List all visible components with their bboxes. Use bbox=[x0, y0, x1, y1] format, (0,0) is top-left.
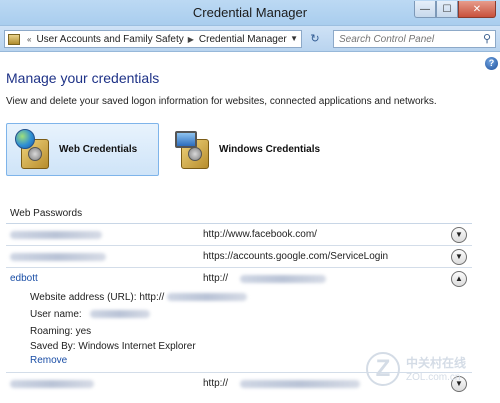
credential-row[interactable]: http://www.facebook.com/ ▼ bbox=[6, 224, 472, 246]
help-icon[interactable]: ? bbox=[485, 57, 498, 70]
detail-value: http:// bbox=[139, 292, 165, 303]
redacted-url bbox=[240, 275, 326, 283]
credential-row-expanded[interactable]: edbott http:// ▲ bbox=[6, 268, 472, 290]
redacted-url bbox=[167, 293, 248, 302]
address-bar: « User Accounts and Family Safety ▶ Cred… bbox=[0, 26, 500, 52]
detail-saved-by: Saved By: Windows Internet Explorer bbox=[30, 341, 196, 352]
watermark-subtext: ZOL.com.cn bbox=[406, 372, 461, 383]
web-credentials-icon bbox=[15, 128, 55, 171]
chevron-down-icon[interactable]: ▼ bbox=[290, 34, 298, 43]
watermark-text: 中关村在线 bbox=[406, 356, 467, 370]
tab-web-credentials-label: Web Credentials bbox=[59, 144, 138, 155]
title-bar: Credential Manager — ☐ ✕ bbox=[0, 0, 500, 26]
maximize-button[interactable]: ☐ bbox=[436, 1, 458, 18]
redacted-username bbox=[10, 231, 102, 239]
detail-value: yes bbox=[75, 326, 92, 337]
tab-windows-credentials-label: Windows Credentials bbox=[219, 144, 321, 155]
windows-credentials-icon bbox=[175, 129, 215, 171]
search-icon[interactable]: ⚲ bbox=[483, 32, 491, 45]
credential-url: http:// bbox=[203, 378, 229, 389]
refresh-icon[interactable]: ↻ bbox=[305, 30, 325, 48]
detail-user-name: User name: bbox=[30, 309, 151, 320]
chevron-up-icon[interactable]: ▲ bbox=[451, 271, 467, 287]
credential-row[interactable]: https://accounts.google.com/ServiceLogin… bbox=[6, 246, 472, 268]
minimize-button[interactable]: — bbox=[414, 1, 436, 18]
redacted-username bbox=[10, 380, 94, 388]
close-button[interactable]: ✕ bbox=[458, 1, 496, 18]
breadcrumb[interactable]: « User Accounts and Family Safety ▶ Cred… bbox=[4, 30, 302, 48]
search-box[interactable]: ⚲ bbox=[333, 30, 496, 48]
control-panel-icon bbox=[8, 33, 20, 45]
detail-roaming: Roaming: yes bbox=[30, 326, 91, 337]
detail-label: Roaming: bbox=[30, 326, 73, 337]
page-subtitle: View and delete your saved logon informa… bbox=[6, 96, 437, 107]
detail-website-address: Website address (URL): http:// bbox=[30, 292, 248, 303]
redacted-url bbox=[240, 380, 360, 388]
detail-value: Windows Internet Explorer bbox=[78, 341, 196, 352]
window-controls: — ☐ ✕ bbox=[414, 1, 496, 18]
breadcrumb-credential-manager[interactable]: Credential Manager bbox=[199, 34, 287, 45]
breadcrumb-separator-icon[interactable]: ▶ bbox=[188, 35, 194, 44]
chevron-down-icon[interactable]: ▼ bbox=[451, 227, 467, 243]
chevron-left-double-icon[interactable]: « bbox=[27, 35, 31, 44]
detail-label: User name: bbox=[30, 309, 82, 320]
detail-label: Saved By: bbox=[30, 341, 76, 352]
section-title: Web Passwords bbox=[10, 208, 83, 219]
search-input[interactable] bbox=[334, 31, 474, 47]
breadcrumb-user-accounts[interactable]: User Accounts and Family Safety bbox=[36, 34, 183, 45]
remove-link[interactable]: Remove bbox=[30, 355, 67, 366]
tab-windows-credentials[interactable]: Windows Credentials bbox=[167, 123, 327, 176]
redacted-username bbox=[10, 253, 106, 261]
credential-url: https://accounts.google.com/ServiceLogin bbox=[203, 251, 389, 262]
credential-url: http://www.facebook.com/ bbox=[203, 229, 317, 240]
chevron-down-icon[interactable]: ▼ bbox=[451, 249, 467, 265]
watermark-logo: Z 中关村在线 ZOL.com.cn bbox=[366, 352, 498, 392]
tab-web-credentials[interactable]: Web Credentials bbox=[6, 123, 159, 176]
credential-username: edbott bbox=[10, 273, 38, 284]
detail-label: Website address (URL): bbox=[30, 292, 137, 303]
page-title: Manage your credentials bbox=[6, 70, 160, 86]
watermark-z-icon: Z bbox=[366, 352, 400, 386]
credential-url: http:// bbox=[203, 273, 229, 284]
redacted-username bbox=[90, 310, 151, 319]
